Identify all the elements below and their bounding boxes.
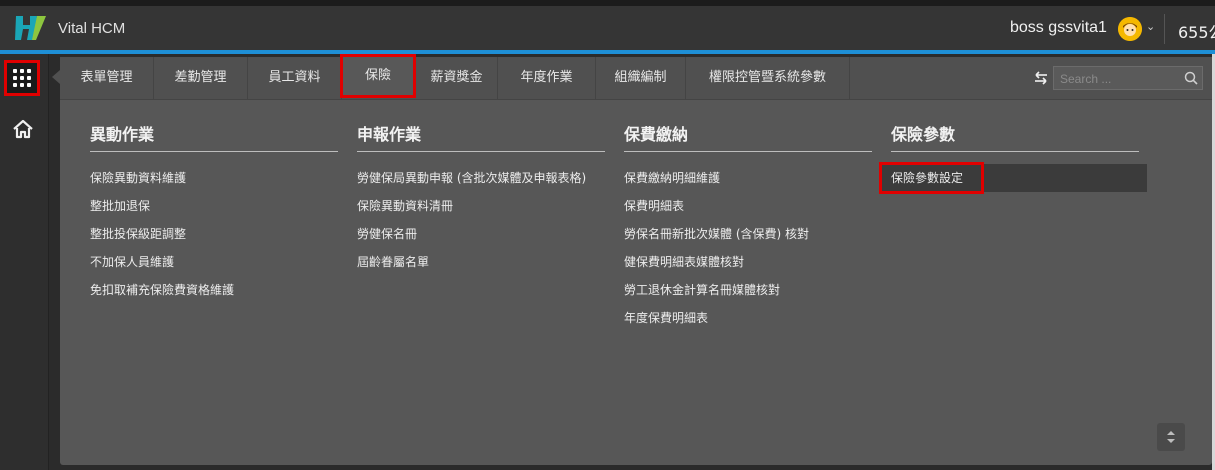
- column-title: 保險參數: [891, 117, 1139, 152]
- menu-item[interactable]: 整批投保級距調整: [90, 220, 338, 248]
- menu-item[interactable]: 保費繳納明細維護: [624, 164, 872, 192]
- tab-employee-data[interactable]: 員工資料: [248, 57, 342, 99]
- menu-pointer: [52, 70, 60, 84]
- left-rail: [0, 54, 49, 470]
- company-label[interactable]: 655公: [1178, 19, 1215, 43]
- chevron-down-icon[interactable]: ⌄: [1146, 20, 1155, 33]
- menu-item[interactable]: 保費明細表: [624, 192, 872, 220]
- menu-column-changes: 異動作業 保險異動資料維護 整批加退保 整批投保級距調整 不加保人員維護 免扣取…: [90, 117, 338, 304]
- scroll-arrows-icon: [1167, 431, 1175, 443]
- menu-column-premium-payment: 保費繳納 保費繳納明細維護 保費明細表 勞保名冊新批次媒體 (含保費) 核對 健…: [624, 117, 872, 332]
- tab-organization[interactable]: 組織編制: [596, 57, 686, 99]
- grid-icon: [13, 69, 31, 87]
- menu-item[interactable]: 勞健保名冊: [357, 220, 605, 248]
- column-title: 申報作業: [357, 117, 605, 152]
- tab-attendance[interactable]: 差勤管理: [154, 57, 248, 99]
- tab-form-management[interactable]: 表單管理: [60, 57, 154, 99]
- menu-item[interactable]: 年度保費明細表: [624, 304, 872, 332]
- hcm-logo-icon[interactable]: [14, 14, 48, 42]
- search-input[interactable]: [1058, 69, 1182, 89]
- avatar[interactable]: [1118, 17, 1142, 41]
- swap-icon[interactable]: [1032, 69, 1050, 87]
- menu-column-declaration: 申報作業 勞健保局異動申報 (含批次媒體及申報表格) 保險異動資料清冊 勞健保名…: [357, 117, 605, 276]
- tab-payroll[interactable]: 薪資獎金: [416, 57, 498, 99]
- avatar-icon: [1118, 17, 1142, 41]
- menu-item[interactable]: 勞工退休金計算名冊媒體核對: [624, 276, 872, 304]
- search-icon[interactable]: [1184, 71, 1198, 85]
- menu-item[interactable]: 保險異動資料維護: [90, 164, 338, 192]
- mega-menu: 表單管理 差勤管理 員工資料 保險 薪資獎金 年度作業 組織編制 權限控管暨系統…: [60, 54, 1212, 465]
- top-bar: Vital HCM boss gssvita1 ⌄ 655公: [0, 0, 1215, 54]
- module-tabs: 表單管理 差勤管理 員工資料 保險 薪資獎金 年度作業 組織編制 權限控管暨系統…: [60, 54, 1212, 100]
- menu-item-insurance-param-settings[interactable]: 保險參數設定: [879, 162, 1147, 194]
- search-box[interactable]: [1053, 66, 1203, 90]
- home-icon[interactable]: [12, 118, 34, 140]
- menu-item[interactable]: 整批加退保: [90, 192, 338, 220]
- divider: [1164, 14, 1165, 44]
- column-title: 保費繳納: [624, 117, 872, 152]
- highlight-box: [879, 162, 984, 194]
- user-name[interactable]: boss gssvita1: [1010, 19, 1107, 37]
- menu-item[interactable]: 勞保名冊新批次媒體 (含保費) 核對: [624, 220, 872, 248]
- menu-item[interactable]: 不加保人員維護: [90, 248, 338, 276]
- menu-item[interactable]: 保險異動資料清冊: [357, 192, 605, 220]
- app-title: Vital HCM: [58, 20, 126, 37]
- menu-column-insurance-params: 保險參數 保險參數設定: [879, 117, 1147, 194]
- scroll-button[interactable]: [1157, 423, 1185, 451]
- menu-item[interactable]: 健保費明細表媒體核對: [624, 248, 872, 276]
- tab-permissions[interactable]: 權限控管暨系統參數: [686, 57, 850, 99]
- apps-menu-button[interactable]: [4, 60, 40, 96]
- tab-insurance[interactable]: 保險: [340, 54, 416, 98]
- accent-line: [0, 50, 1215, 54]
- menu-item[interactable]: 屆齡眷屬名單: [357, 248, 605, 276]
- column-title: 異動作業: [90, 117, 338, 152]
- menu-item[interactable]: 勞健保局異動申報 (含批次媒體及申報表格): [357, 164, 605, 192]
- tab-annual-tasks[interactable]: 年度作業: [498, 57, 596, 99]
- menu-item[interactable]: 免扣取補充保險費資格維護: [90, 276, 338, 304]
